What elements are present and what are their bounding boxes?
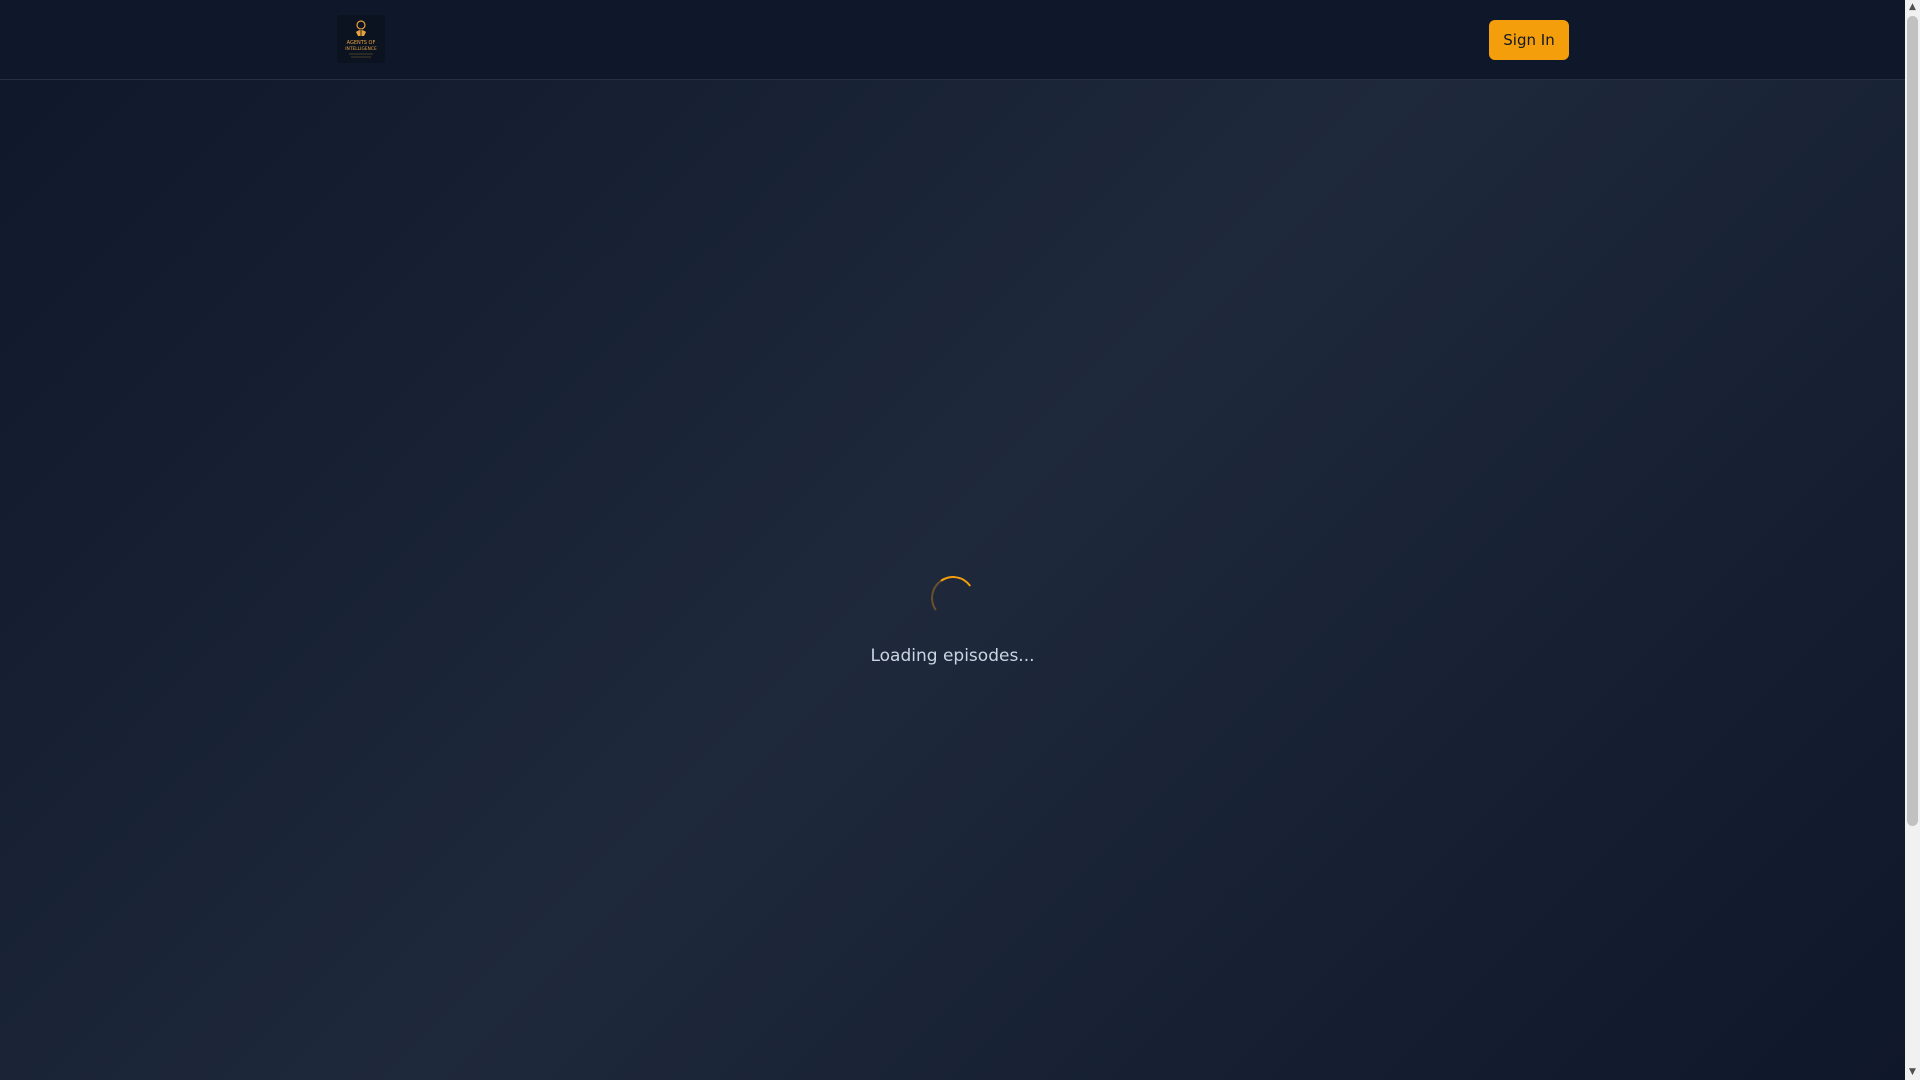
loading-text: Loading episodes... xyxy=(870,646,1035,666)
page-scrollbar[interactable]: ▲ ▼ xyxy=(1905,0,1920,1080)
site-logo[interactable]: AGENTS OF INTELLIGENCE xyxy=(337,15,385,63)
svg-text:AGENTS OF: AGENTS OF xyxy=(347,40,376,46)
page: AGENTS OF INTELLIGENCE Sign In Loading e… xyxy=(0,0,1905,1080)
scroll-up-arrow-icon[interactable]: ▲ xyxy=(1905,0,1920,15)
svg-text:INTELLIGENCE: INTELLIGENCE xyxy=(345,46,377,52)
loading-state: Loading episodes... xyxy=(0,572,1905,666)
scroll-down-arrow-icon[interactable]: ▼ xyxy=(1905,1065,1920,1080)
loading-spinner-icon xyxy=(927,572,978,624)
podcast-logo-icon: AGENTS OF INTELLIGENCE xyxy=(337,15,385,63)
sign-in-button[interactable]: Sign In xyxy=(1489,20,1569,60)
top-nav: AGENTS OF INTELLIGENCE Sign In xyxy=(0,0,1905,80)
scrollbar-thumb[interactable] xyxy=(1907,16,1918,826)
